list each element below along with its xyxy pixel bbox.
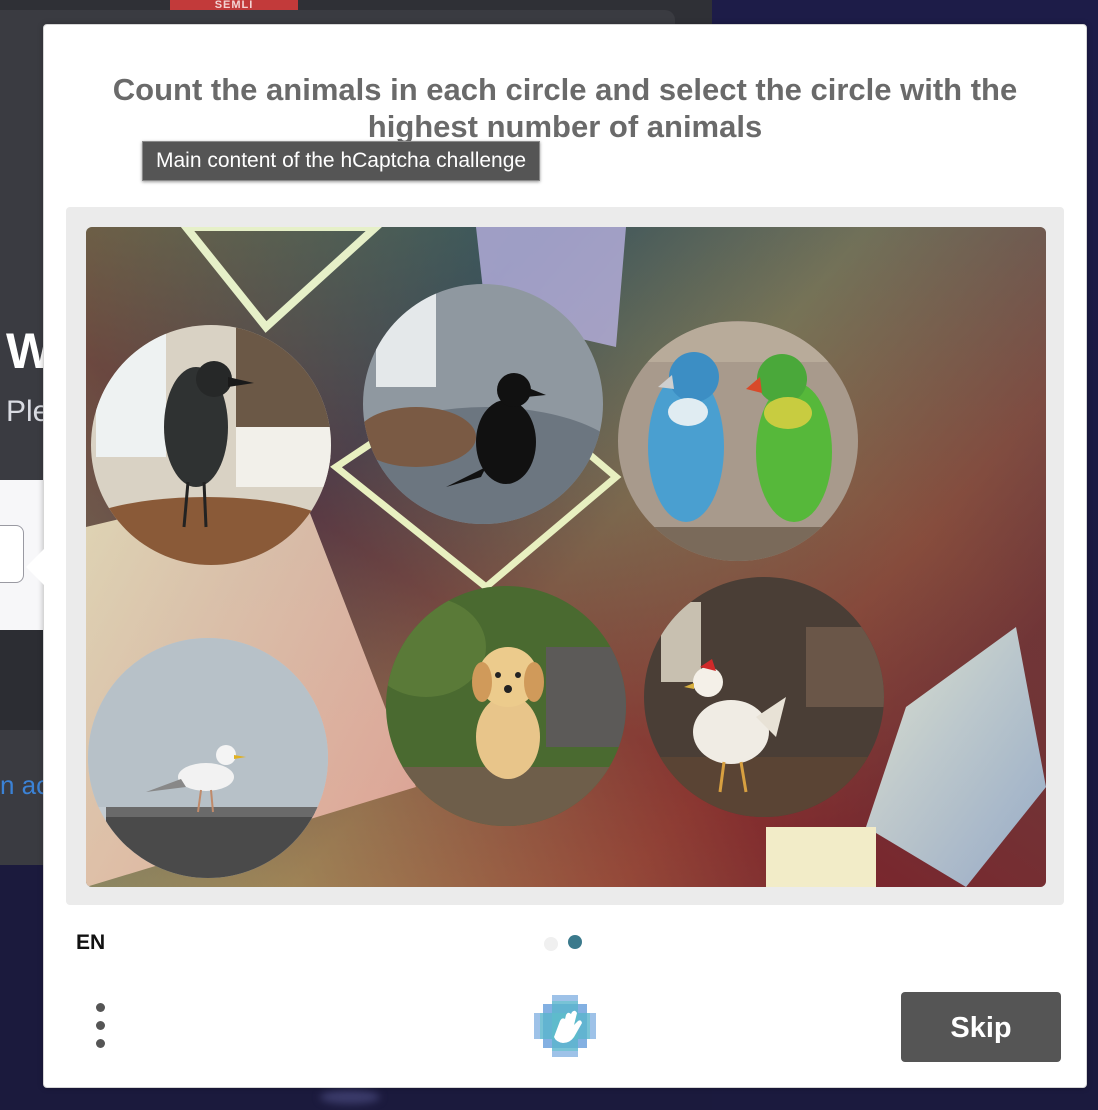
menu-dot-icon: [96, 1003, 105, 1012]
background-band: [0, 630, 44, 730]
modal-pointer: [26, 549, 44, 585]
menu-dot-icon: [96, 1039, 105, 1048]
skip-button[interactable]: Skip: [901, 992, 1061, 1062]
language-selector[interactable]: EN: [76, 931, 105, 955]
menu-dot-icon: [96, 1021, 105, 1030]
background-input[interactable]: [0, 525, 24, 583]
background-link[interactable]: n ac: [0, 770, 49, 800]
challenge-tooltip: Main content of the hCaptcha challenge: [142, 141, 541, 181]
task-frame: [66, 207, 1064, 905]
page-dot-1: [544, 937, 558, 951]
challenge-canvas: [86, 227, 1046, 887]
hcaptcha-logo-icon[interactable]: [530, 991, 600, 1061]
background-glow: [320, 1090, 380, 1104]
page-dot-2-active: [568, 935, 582, 949]
hcaptcha-challenge-modal: Count the animals in each circle and sel…: [26, 24, 1087, 1088]
challenge-prompt: Count the animals in each circle and sel…: [112, 72, 1018, 144]
menu-button[interactable]: [82, 995, 118, 1055]
background-tab: SEMLI: [170, 0, 298, 10]
task-image: [86, 227, 1046, 887]
